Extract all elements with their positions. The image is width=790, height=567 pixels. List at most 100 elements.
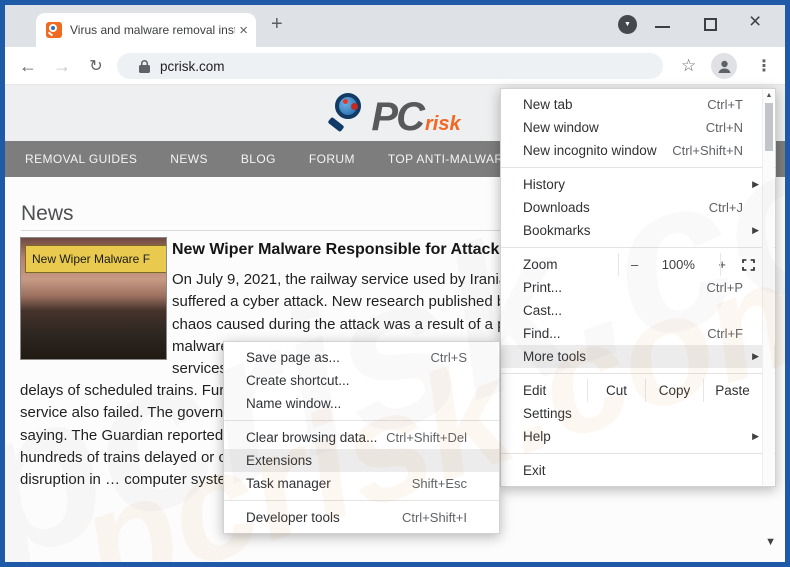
menu-label: Developer tools [246, 510, 340, 525]
window-minimize-button[interactable] [655, 26, 670, 28]
submenu-item-save-page-as[interactable]: Save page as... Ctrl+S [224, 346, 499, 369]
menu-label: Edit [523, 383, 547, 398]
scroll-up-icon[interactable]: ▲ [763, 92, 775, 99]
logo-text-risk: risk [424, 113, 461, 135]
title-bar: Virus and malware removal instru × + ▼ × [5, 5, 785, 47]
scrollbar-thumb[interactable] [765, 103, 773, 151]
menu-item-more-tools[interactable]: More tools ▶ [501, 345, 775, 368]
menu-item-new-incognito-window[interactable]: New incognito window Ctrl+Shift+N [501, 139, 775, 162]
address-bar[interactable]: pcrisk.com [117, 53, 663, 79]
menu-label: Task manager [246, 476, 331, 491]
chrome-menu-button[interactable]: ⋮ [752, 47, 776, 85]
edit-paste-button[interactable]: Paste [703, 379, 761, 402]
menu-shortcut: Ctrl+T [707, 97, 743, 112]
menu-label: Print... [523, 280, 563, 295]
logo-text-pc: PC [371, 95, 425, 139]
menu-item-settings[interactable]: Settings [501, 402, 775, 425]
menu-item-help[interactable]: Help ▶ [501, 425, 775, 448]
url-text: pcrisk.com [160, 58, 225, 74]
window-close-button[interactable]: × [749, 11, 761, 32]
menu-item-bookmarks[interactable]: Bookmarks ▶ [501, 219, 775, 242]
menu-shortcut: Ctrl+Shift+N [672, 143, 743, 158]
menu-item-zoom: Zoom – 100% + [501, 253, 775, 276]
reload-button[interactable]: ↻ [83, 47, 109, 85]
menu-label: Extensions [246, 453, 313, 468]
menu-item-print[interactable]: Print... Ctrl+P [501, 276, 775, 299]
article-line: delays of scheduled trains. Fur [20, 382, 225, 399]
menu-shortcut: Ctrl+P [706, 280, 743, 295]
browser-toolbar: ← → ↻ pcrisk.com ☆ ⋮ [5, 47, 785, 85]
submenu-arrow-icon: ▶ [752, 351, 759, 361]
nav-removal-guides[interactable]: REMOVAL GUIDES [25, 152, 137, 166]
menu-label: Clear browsing data... [246, 430, 378, 445]
pcrisk-logo[interactable]: PC risk [327, 91, 461, 139]
bookmark-star-icon[interactable]: ☆ [681, 47, 696, 85]
pcrisk-favicon-icon [46, 22, 62, 38]
person-icon [718, 60, 730, 73]
menu-shortcut: Ctrl+Shift+Del [386, 430, 467, 445]
menu-label: Find... [523, 326, 561, 341]
menu-scrollbar[interactable]: ▲ [762, 90, 774, 485]
menu-shortcut: Ctrl+F [707, 326, 743, 341]
submenu-arrow-icon: ▶ [752, 179, 759, 189]
menu-item-exit[interactable]: Exit [501, 459, 775, 482]
submenu-item-name-window[interactable]: Name window... [224, 392, 499, 415]
tab-close-icon[interactable]: × [239, 22, 248, 39]
menu-separator [224, 420, 499, 421]
menu-separator [224, 500, 499, 501]
article-line: disruption in … computer syste [20, 471, 226, 489]
submenu-item-create-shortcut[interactable]: Create shortcut... [224, 369, 499, 392]
profile-avatar[interactable] [711, 53, 737, 79]
new-tab-button[interactable]: + [271, 13, 283, 36]
article-body-continued: delays of scheduled trains. Fur service … [20, 380, 226, 491]
submenu-arrow-icon: ▶ [752, 431, 759, 441]
menu-separator [501, 167, 775, 168]
menu-shortcut: Ctrl+N [705, 120, 743, 135]
menu-item-cast[interactable]: Cast... [501, 299, 775, 322]
zoom-level: 100% [661, 257, 695, 272]
menu-label: New tab [523, 97, 573, 112]
menu-shortcut: Shift+Esc [411, 476, 467, 491]
menu-label: Bookmarks [523, 223, 591, 238]
menu-separator [501, 373, 775, 374]
article-line: hundreds of trains delayed or c [20, 448, 226, 466]
page-title: News [21, 202, 74, 225]
browser-tab[interactable]: Virus and malware removal instru × [36, 13, 256, 47]
menu-label: Zoom [523, 257, 558, 272]
menu-label: Downloads [523, 200, 590, 215]
menu-label: Save page as... [246, 350, 340, 365]
menu-item-downloads[interactable]: Downloads Ctrl+J [501, 196, 775, 219]
edit-cut-button[interactable]: Cut [587, 379, 645, 402]
menu-item-new-tab[interactable]: New tab Ctrl+T [501, 93, 775, 116]
menu-label: New window [523, 120, 599, 135]
menu-shortcut: Ctrl+J [708, 200, 743, 215]
back-button[interactable]: ← [15, 47, 41, 85]
zoom-out-button[interactable]: – [631, 257, 638, 272]
menu-item-new-window[interactable]: New window Ctrl+N [501, 116, 775, 139]
scroll-down-icon[interactable]: ▼ [765, 536, 776, 548]
nav-forum[interactable]: FORUM [309, 152, 355, 166]
menu-label: Name window... [246, 396, 342, 411]
menu-item-edit: Edit Cut Copy Paste [501, 379, 775, 402]
window-maximize-button[interactable] [704, 18, 717, 31]
submenu-item-task-manager[interactable]: Task manager Shift+Esc [224, 472, 499, 495]
more-tools-submenu: Save page as... Ctrl+S Create shortcut..… [223, 341, 500, 534]
submenu-item-clear-browsing-data[interactable]: Clear browsing data... Ctrl+Shift+Del [224, 426, 499, 449]
fullscreen-icon [741, 258, 755, 271]
edit-copy-button[interactable]: Copy [645, 379, 703, 402]
lock-icon [139, 59, 150, 73]
submenu-item-extensions[interactable]: Extensions [224, 449, 499, 472]
nav-top-anti-malware[interactable]: TOP ANTI-MALWARE [388, 152, 512, 166]
article-line: chaos caused during the attack was a res… [172, 315, 509, 333]
article-thumbnail[interactable]: New Wiper Malware F [20, 237, 167, 360]
article-line: service also failed. The govern [20, 404, 224, 422]
browser-window: Virus and malware removal instru × + ▼ ×… [0, 0, 790, 567]
menu-item-find[interactable]: Find... Ctrl+F [501, 322, 775, 345]
menu-item-history[interactable]: History ▶ [501, 173, 775, 196]
submenu-item-developer-tools[interactable]: Developer tools Ctrl+Shift+I [224, 506, 499, 529]
menu-label: Create shortcut... [246, 373, 350, 388]
tab-search-icon[interactable]: ▼ [618, 15, 637, 34]
nav-news[interactable]: NEWS [170, 152, 208, 166]
article-line: On July 9, 2021, the railway service use… [172, 271, 516, 288]
nav-blog[interactable]: BLOG [241, 152, 276, 166]
